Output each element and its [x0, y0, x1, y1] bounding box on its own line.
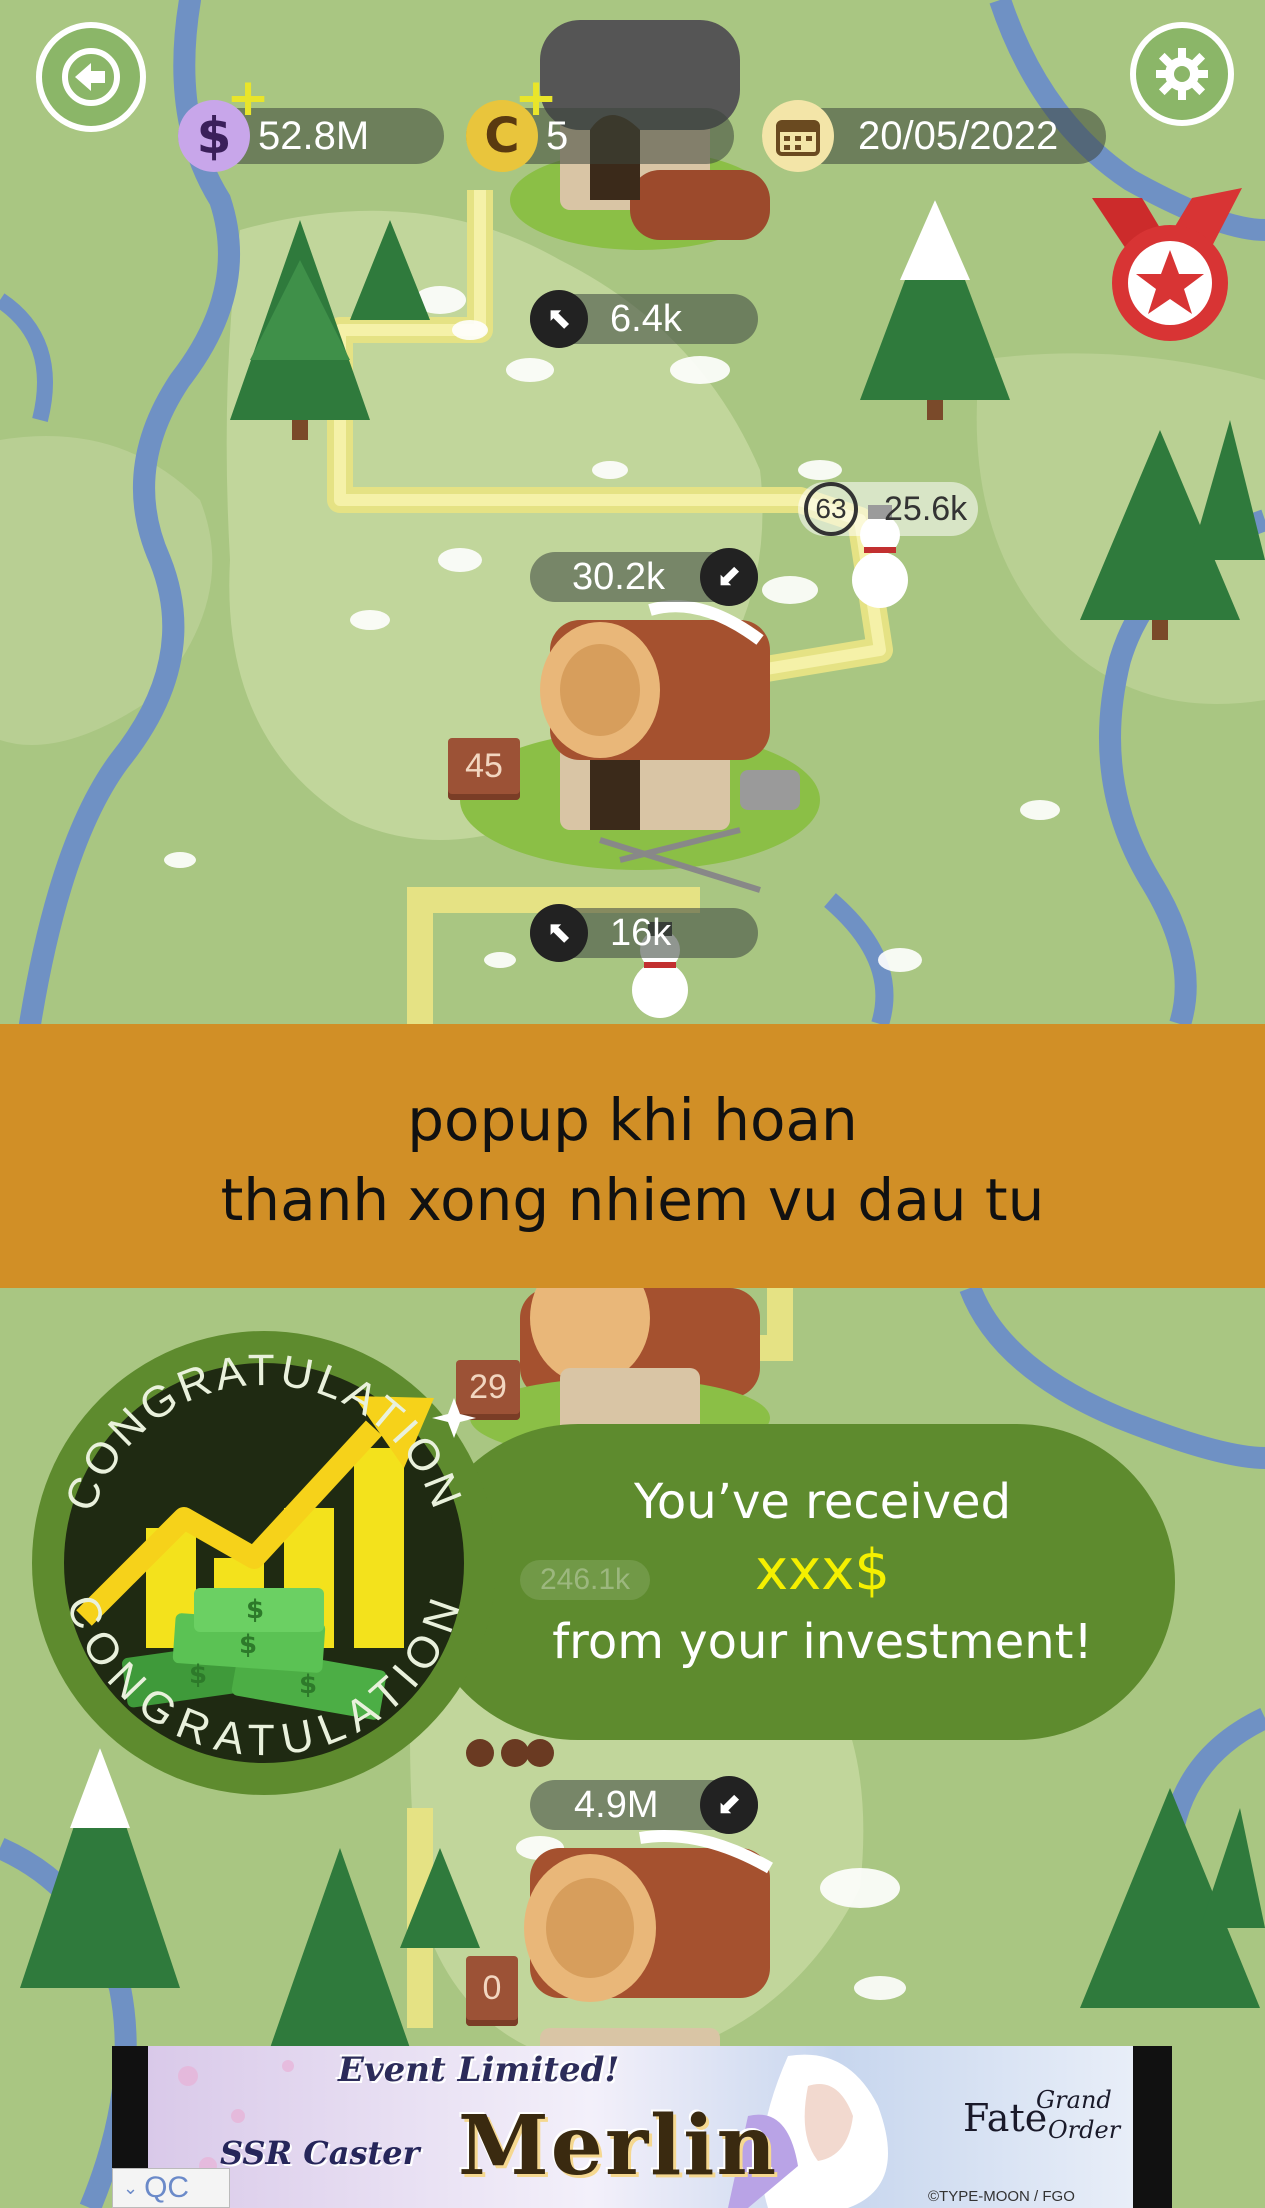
production-value-lower: 16k — [610, 912, 672, 954]
gear-icon — [1156, 48, 1208, 100]
snowman-stats[interactable]: 63 25.6k — [798, 482, 978, 536]
svg-text:$: $ — [239, 1630, 257, 1660]
back-button[interactable] — [36, 22, 146, 132]
achievement-medal-button[interactable] — [1082, 178, 1252, 348]
ad-headline: Event Limited! — [338, 2050, 620, 2090]
settings-button[interactable] — [1130, 22, 1234, 126]
money-value: 52.8M — [258, 114, 370, 158]
popup-received-text: You’ve received — [633, 1474, 1012, 1530]
production-value-upper: 6.4k — [610, 298, 682, 340]
date-value: 20/05/2022 — [858, 114, 1059, 158]
production-tag-lower[interactable]: ⬉ 16k — [530, 904, 758, 962]
ad-subtitle: SSR Caster — [220, 2134, 420, 2172]
svg-text:$: $ — [189, 1660, 207, 1690]
production-value-bottom: 4.9M — [574, 1784, 659, 1826]
investment-reward-popup[interactable]: 246.1k You’ve received xxx$ from your in… — [420, 1424, 1175, 1740]
ad-title: Merlin — [458, 2098, 779, 2194]
collect-arrow-icon: ⬋ — [700, 548, 758, 606]
snowman-level: 63 — [804, 482, 858, 536]
annotation-banner: popup khi hoan thanh xong nhiem vu dau t… — [0, 1024, 1265, 1288]
chevron-down-icon: ⌄ — [123, 2177, 139, 2199]
collect-arrow-icon-bottom: ⬋ — [700, 1776, 758, 1834]
production-tag-middle[interactable]: 30.2k ⬋ — [530, 548, 758, 606]
advertisement-banner[interactable]: Event Limited! SSR Caster Merlin Fate Gr… — [112, 2046, 1172, 2208]
game-map-top[interactable]: 52.8M $ + 5 C + 20/05/2022 ⬉ 6.4k 63 25.… — [0, 0, 1265, 1024]
congratulation-badge: $ $ $ $ CONGRATULATION CONGRATULATION — [24, 1318, 504, 1808]
svg-text:$: $ — [246, 1595, 264, 1625]
expand-arrow-icon-2: ⬉ — [530, 904, 588, 962]
building-level-sign: 45 — [448, 738, 520, 800]
building-level-sign-bottom: 0 — [466, 1956, 518, 2026]
production-tag-bottom[interactable]: 4.9M ⬋ — [530, 1776, 758, 1834]
investment-growth-icon: $$ $$ CONGRATULATION CONGRATULATION — [32, 1331, 496, 1795]
snowman-value: 25.6k — [884, 490, 968, 528]
ad-copyright: ©TYPE-MOON / FGO PROJECT — [928, 2188, 1075, 2208]
annotation-line-2: thanh xong nhiem vu dau tu — [220, 1166, 1045, 1234]
calendar-icon[interactable] — [762, 100, 834, 172]
ad-creative[interactable]: Event Limited! SSR Caster Merlin Fate Gr… — [148, 2046, 1133, 2208]
popup-investment-text: from your investment! — [552, 1614, 1093, 1670]
ad-brand-fate: Fate — [963, 2096, 1048, 2140]
popup-amount: xxx$ — [754, 1538, 891, 1603]
annotation-line-1: popup khi hoan — [407, 1086, 858, 1154]
production-tag-upper[interactable]: ⬉ 6.4k — [530, 290, 758, 348]
svg-text:$: $ — [299, 1670, 317, 1700]
star-medal-icon — [1092, 188, 1242, 341]
add-coin-plus-icon[interactable]: + — [514, 68, 558, 128]
add-money-plus-icon[interactable]: + — [226, 68, 270, 128]
ad-brand-grand: Grand — [1036, 2086, 1112, 2114]
arrow-left-icon — [62, 48, 120, 106]
production-value-middle: 30.2k — [572, 556, 665, 598]
ad-qc-label: QC — [144, 2171, 190, 2204]
ad-choices-button[interactable]: ⌄ QC — [112, 2168, 230, 2208]
expand-arrow-icon: ⬉ — [530, 290, 588, 348]
ad-brand-order: Order — [1048, 2116, 1121, 2144]
